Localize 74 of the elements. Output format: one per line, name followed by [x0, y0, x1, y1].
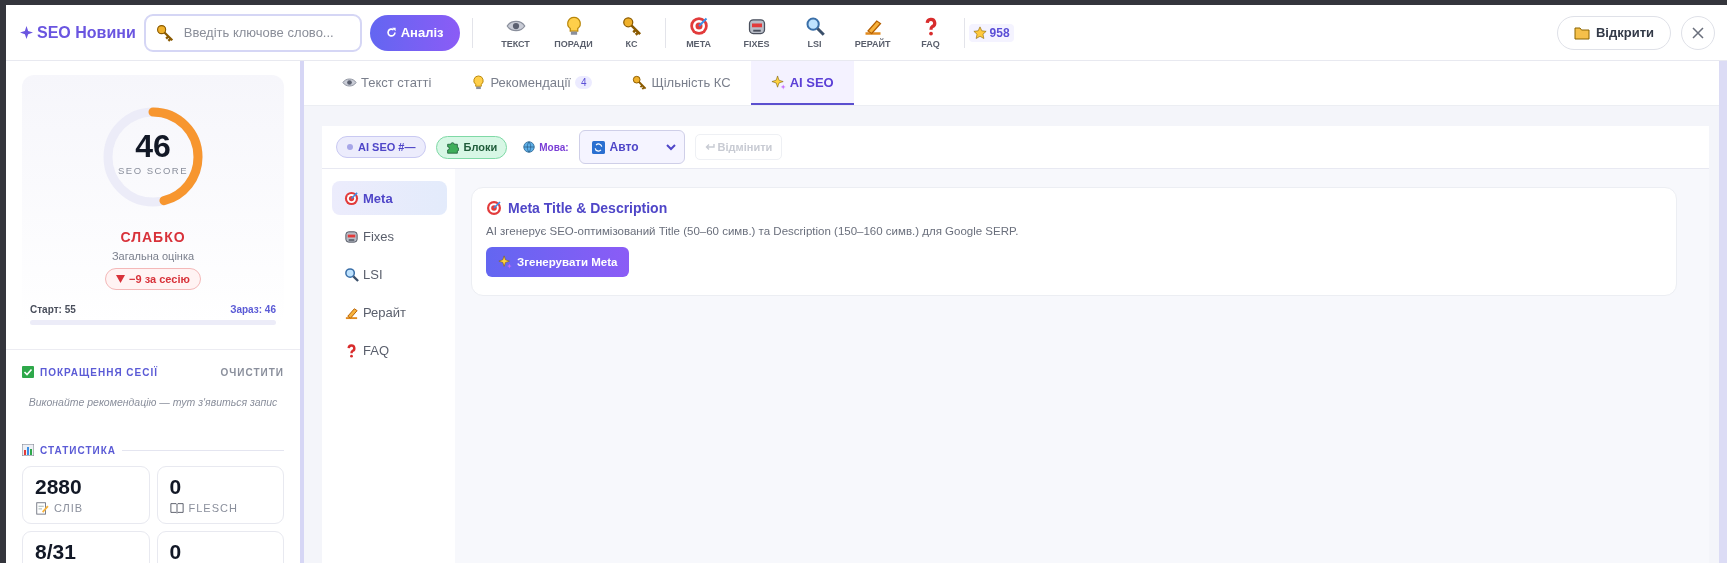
magnifier-icon: [344, 266, 359, 282]
key-icon: [632, 74, 648, 90]
target-icon: [688, 16, 709, 36]
toolbar-button[interactable]: КС: [602, 16, 661, 49]
score-rating: СЛАБКО: [120, 229, 186, 246]
section-item[interactable]: Fixes: [332, 219, 447, 253]
keyword-search-field[interactable]: Введіть ключове слово...: [143, 13, 362, 52]
sparkles-icon: [770, 74, 786, 90]
analyze-button[interactable]: Аналіз: [369, 14, 460, 51]
section-item[interactable]: Meta: [332, 181, 447, 215]
card-description: AI згенерує SEO-оптимізований Title (50–60 симв.) та Description (150–160 симв.) для Google SERP.: [486, 225, 1020, 237]
generate-button[interactable]: Згенерувати Meta: [486, 247, 630, 277]
toolbar-button[interactable]: FAQ: [901, 16, 960, 49]
sparkle-icon: [20, 26, 33, 39]
language-label: Мова:: [539, 141, 569, 153]
lightbulb-icon: [471, 74, 487, 90]
tab[interactable]: Рекомендації 4: [451, 61, 613, 105]
section-item[interactable]: LSI: [332, 257, 447, 291]
language-dropdown[interactable]: Авто: [578, 130, 685, 164]
puzzle-piece-icon: [446, 140, 460, 154]
memo-icon: [35, 501, 49, 516]
current-score: Зараз: 46: [230, 304, 276, 316]
stat-label: FLESCH: [188, 502, 238, 515]
sparkles-icon: [498, 255, 512, 269]
bar-chart-icon: [22, 444, 34, 456]
empty-state-text: Виконайте рекомендацію — тут з'явиться запис: [27, 396, 279, 408]
toolbar-button[interactable]: РЕРАЙТ: [843, 16, 902, 49]
close-button[interactable]: [1681, 15, 1715, 50]
score-label: SEO SCORE: [118, 165, 188, 177]
key-icon: [621, 16, 642, 36]
star-icon: [972, 25, 987, 40]
toolbar-button[interactable]: ПОРАДИ: [544, 16, 603, 49]
section-item[interactable]: Рерайт: [332, 295, 447, 329]
toolbar-button[interactable]: ТЕКСТ: [486, 16, 545, 49]
count-badge: 4: [574, 75, 593, 89]
tab[interactable]: Текст статті: [322, 61, 452, 105]
points-counter: 958: [968, 23, 1014, 42]
check-box-icon: [22, 366, 34, 378]
magnifier-icon: [804, 16, 825, 36]
start-score: Старт: 55: [30, 304, 76, 316]
clear-link[interactable]: ОЧИСТИТИ: [220, 366, 284, 378]
target-icon: [486, 200, 502, 216]
toolbar-button[interactable]: LSI: [785, 16, 844, 49]
target-icon: [344, 190, 359, 206]
toolbar-button[interactable]: META: [669, 16, 728, 49]
section-title: СТАТИСТИКА: [40, 444, 117, 456]
tab[interactable]: AI SEO: [750, 61, 854, 105]
globe-icon: [523, 141, 536, 153]
app-logo: SEO Новини: [37, 23, 136, 42]
stat-value: 2880: [35, 475, 83, 499]
card-title: Meta Title & Description: [508, 200, 668, 216]
refresh-icon: [385, 27, 397, 38]
folder-icon: [1573, 25, 1590, 40]
undo-icon: [704, 142, 715, 152]
stat-value: 0: [169, 475, 183, 499]
score-subtitle: Загальна оцінка: [111, 250, 195, 263]
session-change-badge: −9 за сесію: [105, 268, 201, 291]
blocks-chip[interactable]: Блоки: [436, 135, 508, 159]
key-icon: [155, 23, 174, 42]
caret-icon: [665, 143, 676, 151]
stat-label: СЛІВ: [54, 502, 84, 515]
ai-seo-chip[interactable]: AI SEO #—: [336, 136, 427, 158]
close-icon: [1691, 25, 1705, 40]
book-icon: [169, 501, 184, 516]
score-value: 46: [135, 130, 171, 163]
down-triangle-icon: [116, 275, 126, 284]
stat-value: 0: [169, 540, 183, 563]
tab[interactable]: Щільність КС: [612, 61, 751, 105]
section-title: ПОКРАЩЕННЯ СЕСІЇ: [40, 366, 158, 378]
toolbar-button[interactable]: FIXES: [727, 16, 786, 49]
open-button[interactable]: Відкрити: [1556, 15, 1671, 50]
refresh-icon: [591, 140, 605, 154]
stat-value: 8/31: [35, 540, 77, 563]
section-item[interactable]: FAQ: [332, 333, 447, 367]
